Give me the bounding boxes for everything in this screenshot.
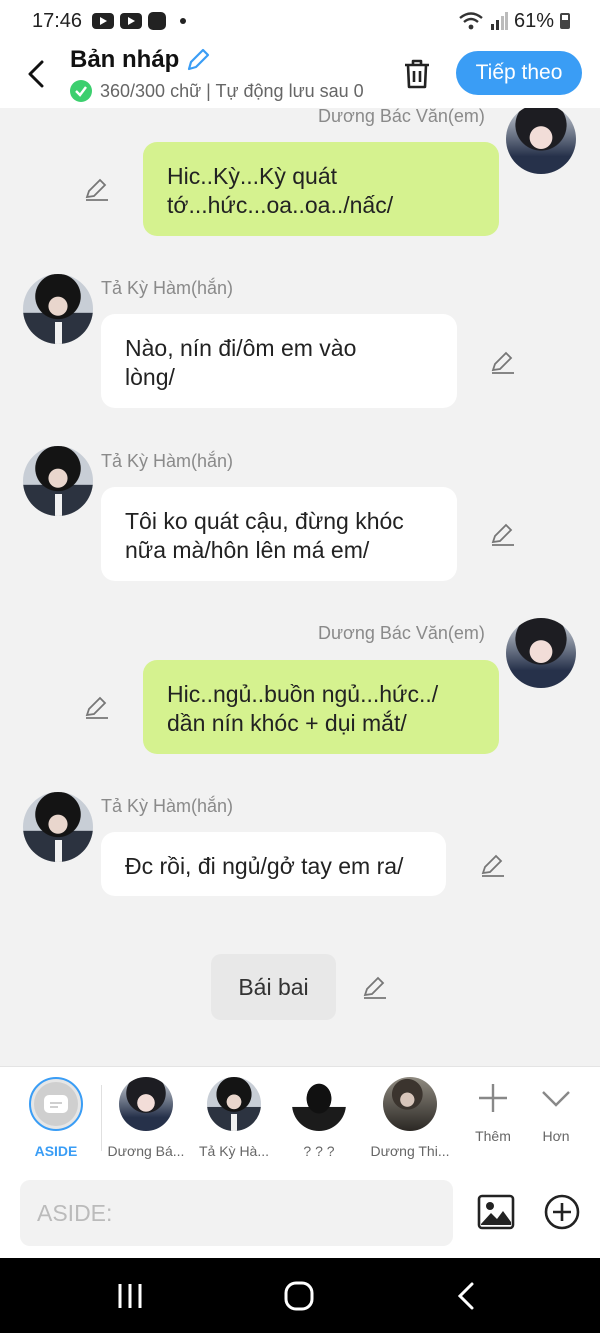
add-button[interactable] (542, 1192, 582, 1232)
message-bubble[interactable]: Hic..Kỳ...Kỳ quát tớ...hức...oa..oa../nấ… (143, 142, 499, 236)
aside-message-bubble[interactable]: Bái bai (211, 954, 336, 1020)
chat-area[interactable]: Dương Bác Văn(em) Hic..Kỳ...Kỳ quát tớ..… (0, 108, 600, 1066)
wifi-icon (459, 12, 483, 30)
youtube-icon (120, 13, 143, 29)
avatar-ta-ky-ham[interactable] (23, 792, 93, 862)
message-bubble[interactable]: Hic..ngủ..buồn ngủ...hức../ dần nín khóc… (143, 660, 499, 754)
check-icon (70, 80, 92, 102)
signal-icon (490, 12, 508, 30)
trash-icon (405, 59, 429, 89)
message-line: Tôi ko quát cậu, đừng khóc (125, 508, 404, 534)
message-line: nữa mà/hôn lên má em/ (125, 537, 370, 563)
message-line: Hic..ngủ..buồn ngủ...hức../ (167, 681, 439, 707)
message-line: Đc rồi, đi ngủ/gở tay em ra/ (125, 853, 404, 879)
character-label: Tả Kỳ Hà... (198, 1143, 270, 1159)
pencil-icon (188, 48, 210, 71)
message-line: tớ...hức...oa..oa../nấc/ (167, 192, 394, 218)
character-ta-ky-ham[interactable]: Tả Kỳ Hà... (191, 1077, 277, 1159)
composer: ASIDE: (0, 1170, 600, 1258)
avatar-duong-bac-van[interactable] (506, 618, 576, 688)
avatar (292, 1077, 346, 1131)
message-bubble[interactable]: Đc rồi, đi ngủ/gở tay em ra/ (101, 832, 446, 896)
back-arrow-icon (457, 1282, 474, 1310)
character-aside[interactable]: ASIDE (13, 1077, 99, 1159)
edit-message-icon[interactable] (84, 176, 110, 202)
avatar-ta-ky-ham[interactable] (23, 446, 93, 516)
plus-circle-icon (544, 1194, 580, 1230)
character-label: Dương Bá... (107, 1143, 185, 1159)
add-label: Thêm (475, 1128, 511, 1144)
edit-message-icon[interactable] (480, 852, 506, 878)
message-line: dần nín khóc + dụi mắt/ (167, 710, 407, 736)
draft-title-text: Bản nháp (70, 46, 180, 73)
edit-message-icon[interactable] (362, 974, 388, 1000)
app-notification-icon (148, 12, 167, 30)
system-nav-bar (0, 1258, 600, 1333)
edit-message-icon[interactable] (490, 521, 516, 547)
back-nav-button[interactable] (446, 1276, 486, 1316)
aside-avatar (29, 1077, 83, 1131)
chat-bubble-icon (44, 1095, 68, 1113)
add-character-button[interactable]: Thêm (463, 1081, 523, 1144)
word-count-text: 360/300 chữ | Tự động lưu sau 0 (100, 80, 364, 101)
chevron-left-icon (28, 60, 44, 88)
home-icon (284, 1281, 314, 1311)
recent-apps-icon (118, 1284, 142, 1308)
sender-name: Tả Kỳ Hàm(hắn) (101, 278, 234, 298)
sender-name: Tả Kỳ Hàm(hắn) (101, 796, 234, 816)
autosave-status: 360/300 chữ | Tự động lưu sau 0 (70, 80, 375, 102)
avatar (207, 1077, 261, 1131)
back-button[interactable] (18, 54, 54, 94)
draft-title[interactable]: Bản nháp (70, 46, 211, 74)
avatar-ta-ky-ham[interactable] (23, 274, 93, 344)
divider (101, 1085, 102, 1151)
more-notifications-icon (180, 18, 187, 24)
more-label: Hơn (542, 1128, 570, 1144)
next-button[interactable]: Tiếp theo (456, 51, 582, 95)
plus-icon (479, 1084, 507, 1112)
image-icon (477, 1194, 515, 1230)
message-bubble[interactable]: Nào, nín đi/ôm em vào lòng/ (101, 314, 457, 408)
battery-percent: 61% (513, 9, 554, 32)
insert-image-button[interactable] (476, 1192, 516, 1232)
character-duong-bac-van[interactable]: Dương Bá... (103, 1077, 189, 1159)
home-button[interactable] (279, 1276, 319, 1316)
edit-message-icon[interactable] (490, 349, 516, 375)
character-label: Dương Thi... (370, 1143, 450, 1159)
edit-message-icon[interactable] (84, 694, 110, 720)
header: Bản nháp 360/300 chữ | Tự động lưu sau 0… (0, 42, 600, 108)
message-input[interactable]: ASIDE: (20, 1180, 453, 1246)
avatar (119, 1077, 173, 1131)
sender-name: Tả Kỳ Hàm(hắn) (101, 451, 234, 471)
sender-name: Dương Bác Văn(em) (318, 108, 485, 126)
character-duong-thi[interactable]: Dương Thi... (367, 1077, 453, 1159)
message-line: Hic..Kỳ...Kỳ quát (167, 163, 338, 189)
avatar-duong-bac-van[interactable] (506, 108, 576, 174)
notification-icons (92, 12, 187, 30)
sender-name: Dương Bác Văn(em) (318, 623, 485, 643)
avatar (383, 1077, 437, 1131)
status-time: 17:46 (32, 9, 83, 32)
message-line: Nào, nín đi/ôm em vào (125, 335, 357, 361)
delete-button[interactable] (398, 54, 436, 94)
youtube-icon (92, 13, 115, 29)
chevron-down-icon (542, 1091, 570, 1107)
character-label: ? ? ? (303, 1143, 335, 1159)
more-button[interactable]: Hơn (526, 1081, 586, 1144)
character-selector: ASIDE Dương Bá... Tả Kỳ Hà... ? ? ? Dươn… (0, 1066, 600, 1170)
message-bubble[interactable]: Tôi ko quát cậu, đừng khóc nữa mà/hôn lê… (101, 487, 457, 581)
battery-icon (560, 13, 570, 29)
character-unknown[interactable]: ? ? ? (276, 1077, 362, 1159)
message-line: lòng/ (125, 364, 175, 390)
character-label: ASIDE (34, 1143, 78, 1159)
status-bar: 17:46 61% (0, 0, 600, 42)
recent-apps-button[interactable] (110, 1276, 150, 1316)
